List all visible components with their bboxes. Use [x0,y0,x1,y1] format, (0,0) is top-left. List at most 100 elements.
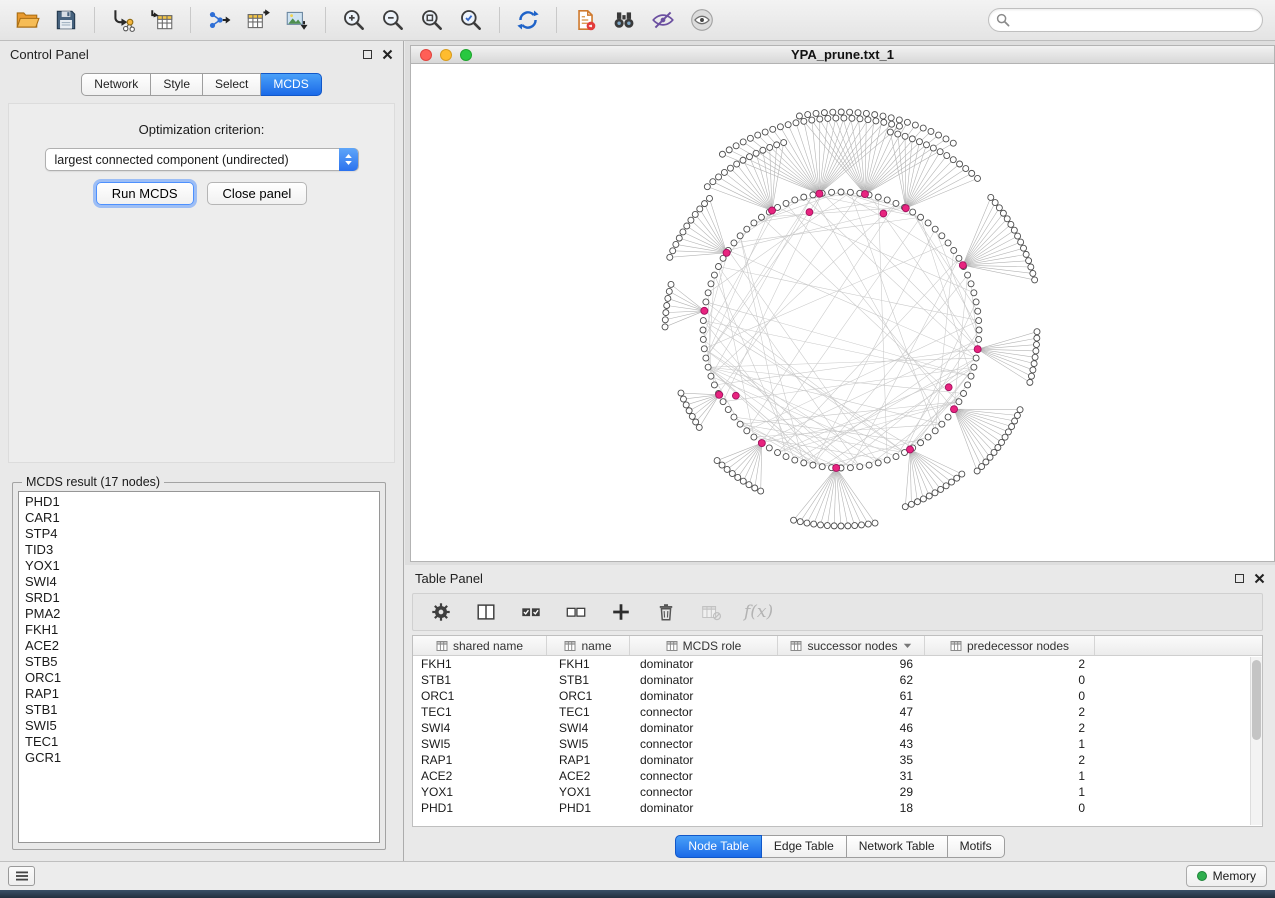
split-panel-button[interactable] [474,600,498,624]
table-panel-tabs: Node Table Edge Table Network Table Moti… [405,835,1275,858]
add-column-icon [610,601,632,623]
mcds-result-item[interactable]: STB5 [19,654,379,670]
zoom-in-button[interactable] [339,5,369,35]
table-row[interactable]: STB1STB1dominator620 [413,672,1262,688]
table-row[interactable]: SWI5SWI5connector431 [413,736,1262,752]
mcds-result-item[interactable]: ORC1 [19,670,379,686]
table-scrollbar[interactable] [1250,657,1262,825]
hide-details-button[interactable] [648,5,678,35]
mcds-result-item[interactable]: FKH1 [19,622,379,638]
table-row[interactable]: ACE2ACE2connector311 [413,768,1262,784]
import-network-button[interactable] [108,5,138,35]
table-cell: SWI5 [547,736,630,752]
mcds-result-item[interactable]: STB1 [19,702,379,718]
table-toolbar: f(x) [412,593,1263,631]
mcds-result-item[interactable]: RAP1 [19,686,379,702]
mcds-result-list[interactable]: PHD1CAR1STP4TID3YOX1SWI4SRD1PMA2FKH1ACE2… [18,491,380,843]
column-header-predecessor-nodes[interactable]: predecessor nodes [925,636,1095,655]
export-table-button[interactable] [243,5,273,35]
float-panel-icon[interactable] [363,50,372,59]
import-table-button[interactable] [147,5,177,35]
table-cell: connector [630,704,778,720]
tab-network-table[interactable]: Network Table [847,835,948,858]
table-row[interactable]: YOX1YOX1connector291 [413,784,1262,800]
criterion-dropdown[interactable]: largest connected component (undirected) [45,148,359,171]
search-objects-button[interactable] [609,5,639,35]
zoom-out-button[interactable] [378,5,408,35]
table-row[interactable]: RAP1RAP1dominator352 [413,752,1262,768]
tab-node-table[interactable]: Node Table [675,835,762,858]
table-options-button[interactable] [429,600,453,624]
show-details-button[interactable] [687,5,717,35]
refresh-view-button[interactable] [513,5,543,35]
mcds-result-item[interactable]: TID3 [19,542,379,558]
column-header-shared-name[interactable]: shared name [413,636,547,655]
control-panel-title: Control Panel [10,47,89,62]
mcds-result-item[interactable]: GCR1 [19,750,379,766]
tab-select[interactable]: Select [203,73,261,96]
column-header-successor-nodes[interactable]: successor nodes [778,636,925,655]
column-header-mcds-role[interactable]: MCDS role [630,636,778,655]
close-panel-icon[interactable] [1254,573,1265,584]
run-mcds-button[interactable]: Run MCDS [96,182,194,205]
float-panel-icon[interactable] [1235,574,1244,583]
table-cell: connector [630,784,778,800]
mcds-result-item[interactable]: PHD1 [19,494,379,510]
create-column-button[interactable] [609,600,633,624]
tab-network[interactable]: Network [81,73,151,96]
gear-icon [430,601,452,623]
network-canvas-svg[interactable] [411,64,1275,561]
close-panel-icon[interactable] [382,49,393,60]
tab-edge-table[interactable]: Edge Table [762,835,847,858]
table-panel-header: Table Panel [405,565,1275,591]
tab-style[interactable]: Style [151,73,203,96]
tab-mcds[interactable]: MCDS [261,73,321,96]
mcds-result-item[interactable]: CAR1 [19,510,379,526]
table-row[interactable]: SWI4SWI4dominator462 [413,720,1262,736]
table-cell: dominator [630,688,778,704]
network-canvas[interactable] [411,64,1274,561]
toolbar-separator [499,7,500,33]
table-cell: dominator [630,720,778,736]
delete-table-icon [700,601,722,623]
table-row[interactable]: TEC1TEC1connector472 [413,704,1262,720]
open-session-button[interactable] [12,5,42,35]
mcds-result-item[interactable]: SRD1 [19,590,379,606]
desktop-background-strip [0,890,1275,898]
mcds-result-item[interactable]: YOX1 [19,558,379,574]
table-cell: dominator [630,656,778,672]
delete-table-button [699,600,723,624]
mcds-result-item[interactable]: SWI4 [19,574,379,590]
close-panel-button[interactable]: Close panel [207,182,308,205]
export-document-button[interactable] [570,5,600,35]
save-session-button[interactable] [51,5,81,35]
table-cell: ORC1 [413,688,547,704]
column-header-name[interactable]: name [547,636,630,655]
delete-columns-button[interactable] [654,600,678,624]
table-row[interactable]: ORC1ORC1dominator610 [413,688,1262,704]
mcds-result-item[interactable]: ACE2 [19,638,379,654]
zoom-fit-button[interactable] [417,5,447,35]
select-all-button[interactable] [519,600,543,624]
column-header-label: predecessor nodes [967,639,1069,653]
mcds-result-item[interactable]: PMA2 [19,606,379,622]
export-image-icon [284,7,310,33]
mcds-result-item[interactable]: STP4 [19,526,379,542]
tab-motifs[interactable]: Motifs [948,835,1005,858]
memory-button[interactable]: Memory [1186,865,1267,887]
mcds-result-item[interactable]: TEC1 [19,734,379,750]
zoom-selected-button[interactable] [456,5,486,35]
network-window-title: YPA_prune.txt_1 [411,47,1274,62]
export-image-button[interactable] [282,5,312,35]
table-scrollbar-thumb[interactable] [1252,660,1261,740]
table-row[interactable]: FKH1FKH1dominator962 [413,656,1262,672]
table-cell: RAP1 [413,752,547,768]
mcds-result-item[interactable]: SWI5 [19,718,379,734]
table-cell: SWI4 [547,720,630,736]
export-network-button[interactable] [204,5,234,35]
table-row[interactable]: PHD1PHD1dominator180 [413,800,1262,816]
table-cell: YOX1 [413,784,547,800]
search-input[interactable] [988,8,1263,32]
status-menu-button[interactable] [8,866,35,886]
deselect-all-button[interactable] [564,600,588,624]
